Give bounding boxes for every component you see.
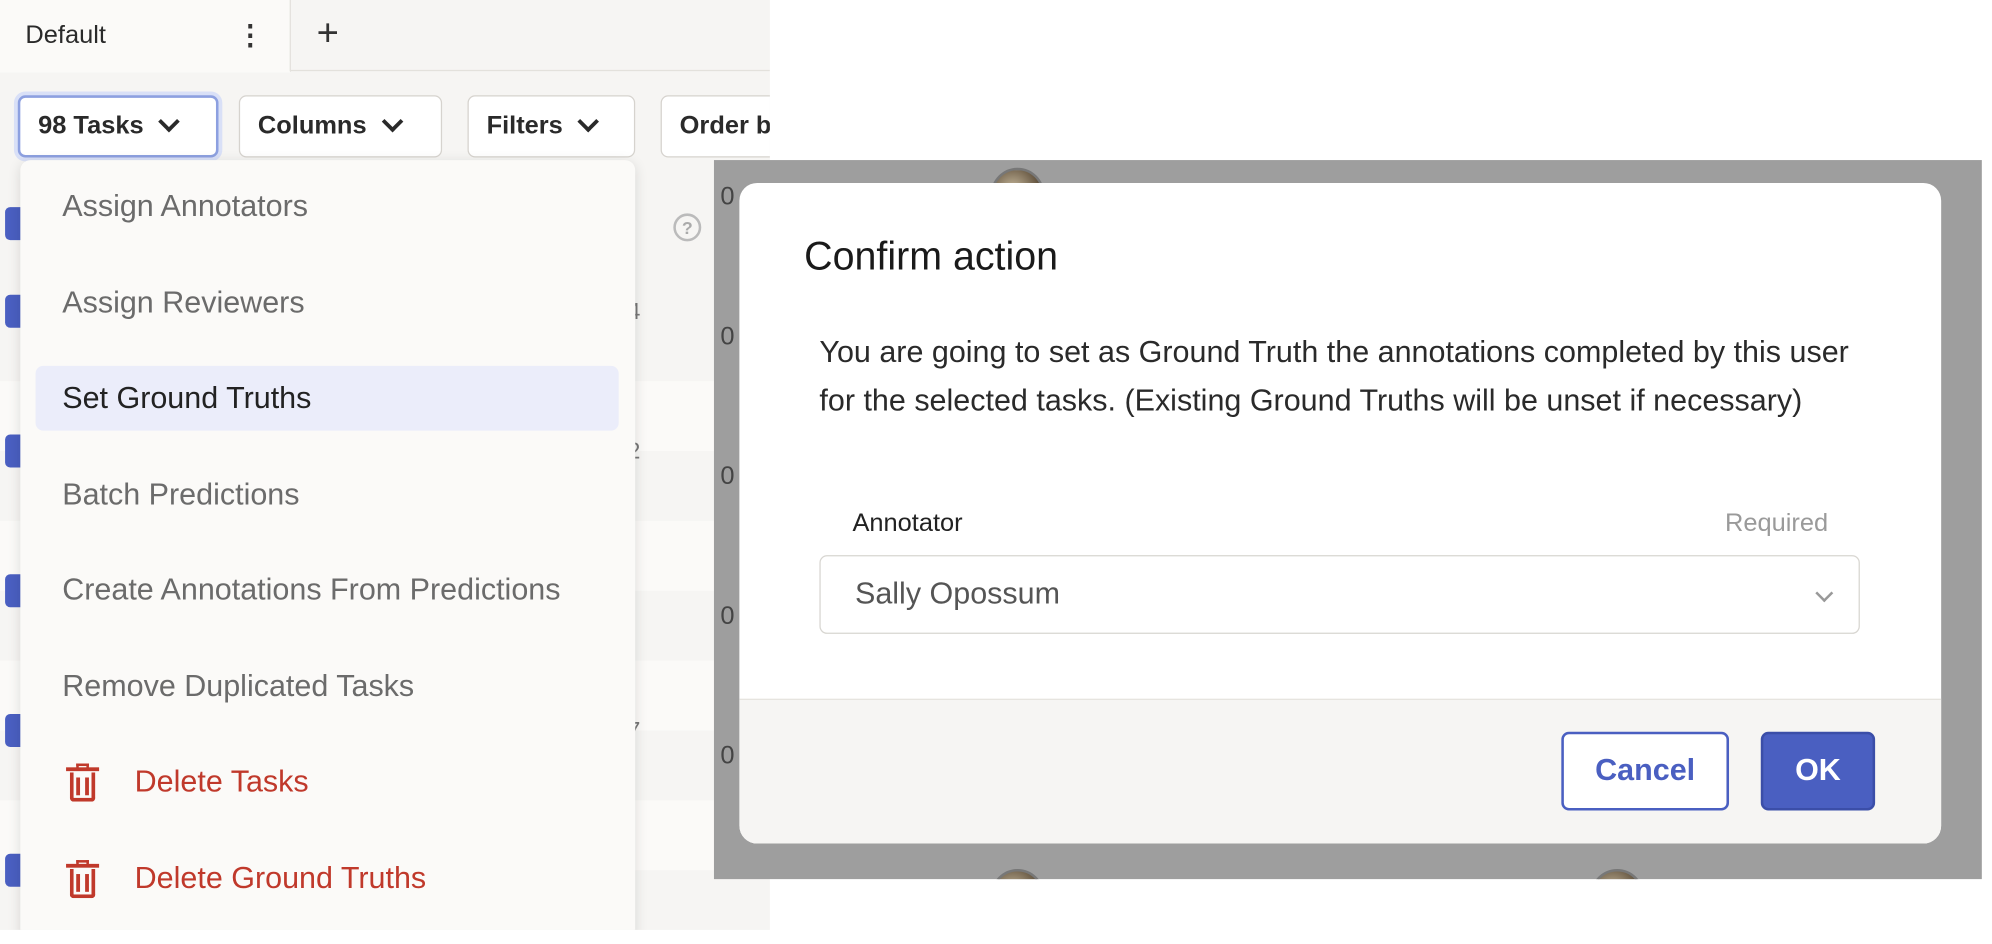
annotator-select[interactable]: Sally Opossum: [819, 555, 1860, 634]
filters-label: Filters: [486, 111, 563, 140]
dialog-footer: Cancel OK: [739, 698, 1942, 844]
cancel-button[interactable]: Cancel: [1561, 731, 1730, 811]
columns-label: Columns: [257, 111, 367, 140]
menu-item-label: Assign Annotators: [62, 188, 309, 223]
tab-label: Default: [25, 21, 106, 50]
menu-item-label: Set Ground Truths: [62, 380, 312, 415]
chevron-down-icon: [381, 110, 403, 132]
dialog-title: Confirm action: [804, 233, 1059, 279]
menu-item-label: Create Annotations From Predictions: [62, 572, 561, 607]
menu-item-label: Batch Predictions: [62, 477, 300, 512]
menu-item-label: Remove Duplicated Tasks: [62, 668, 415, 704]
tasks-actions-button[interactable]: 98 Tasks: [17, 95, 219, 158]
avatar: [990, 868, 1045, 880]
app-root: Default ⋮ + 98 Tasks Columns Filters Ord…: [0, 0, 1992, 930]
data-manager-pane: Default ⋮ + 98 Tasks Columns Filters Ord…: [0, 0, 770, 930]
order-by-button[interactable]: Order b: [660, 95, 770, 158]
cell-value: 0: [720, 182, 735, 211]
order-by-label: Order b: [679, 111, 770, 140]
annotator-field-label: Annotator: [852, 509, 963, 538]
kebab-icon[interactable]: ⋮: [236, 21, 264, 52]
menu-item-create-annotations[interactable]: Create Annotations From Predictions: [36, 558, 619, 623]
tab-bar: Default ⋮ +: [0, 0, 770, 73]
cell-value: 0: [720, 462, 735, 491]
menu-item-set-ground-truths[interactable]: Set Ground Truths: [35, 365, 619, 431]
menu-item-delete-ground-truths[interactable]: Delete Ground Truths: [36, 846, 619, 911]
chevron-down-icon: [577, 110, 600, 132]
tab-default[interactable]: Default ⋮: [0, 0, 291, 73]
menu-item-assign-reviewers[interactable]: Assign Reviewers: [36, 271, 619, 336]
filters-button[interactable]: Filters: [467, 95, 636, 158]
plus-icon[interactable]: +: [311, 15, 344, 53]
tasks-actions-label: 98 Tasks: [38, 111, 144, 140]
cell-value: 0: [720, 741, 735, 770]
chevron-down-icon: [1815, 584, 1834, 603]
menu-item-label: Assign Reviewers: [62, 285, 305, 320]
cell-value: 0: [720, 322, 735, 351]
menu-item-delete-tasks[interactable]: Delete Tasks: [36, 750, 619, 815]
columns-button[interactable]: Columns: [238, 95, 443, 158]
avatar: [1590, 868, 1644, 880]
annotator-select-value: Sally Opossum: [854, 576, 1061, 612]
menu-item-remove-duplicates[interactable]: Remove Duplicated Tasks: [36, 654, 619, 719]
menu-item-label: Delete Tasks: [134, 764, 309, 799]
menu-item-label: Delete Ground Truths: [134, 860, 427, 895]
tasks-actions-menu: Assign Annotators Assign Reviewers Set G…: [20, 160, 636, 930]
trash-icon: [66, 859, 100, 898]
dialog-message: You are going to set as Ground Truth the…: [819, 335, 1849, 418]
menu-item-batch-predictions[interactable]: Batch Predictions: [36, 462, 619, 527]
required-indicator: Required: [1724, 509, 1829, 538]
cell-value: 0: [720, 602, 735, 631]
confirm-action-dialog: Confirm action You are going to set as G…: [739, 182, 1942, 844]
menu-item-assign-annotators[interactable]: Assign Annotators: [36, 174, 619, 239]
ok-button[interactable]: OK: [1760, 731, 1876, 811]
trash-icon: [66, 762, 100, 801]
chevron-down-icon: [158, 110, 180, 132]
screenshot-stage: Default ⋮ + 98 Tasks Columns Filters Ord…: [0, 0, 1992, 944]
help-icon[interactable]: ?: [673, 213, 702, 242]
